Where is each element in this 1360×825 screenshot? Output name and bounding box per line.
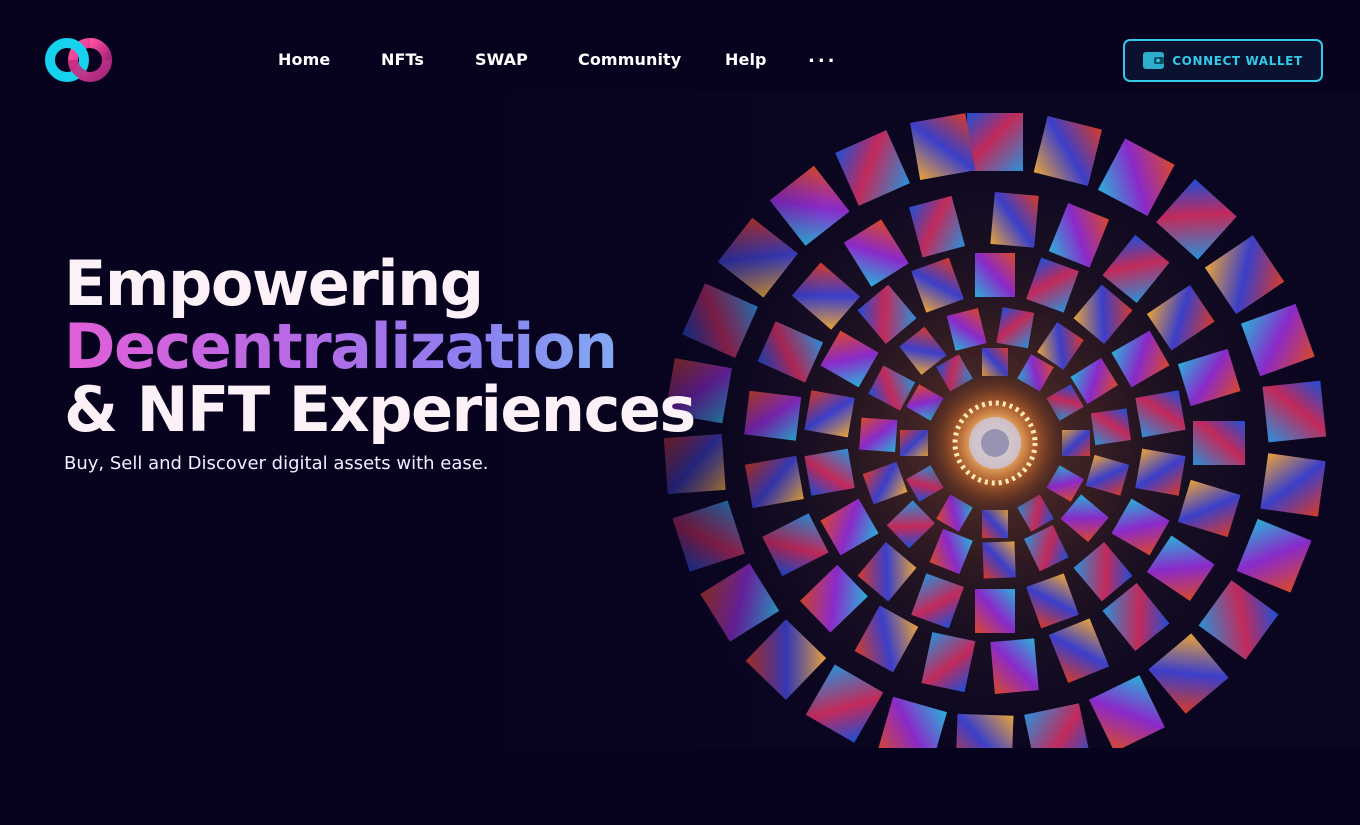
- wallet-icon: [1143, 52, 1165, 69]
- landing-page: Home NFTs SWAP Community Help ... CONNEC…: [0, 0, 1360, 825]
- nav-help[interactable]: Help: [725, 50, 767, 69]
- hero-line-1: Empowering: [64, 247, 484, 320]
- nav-more-menu[interactable]: ...: [808, 46, 838, 67]
- hero-line-2: Decentralization: [64, 315, 695, 378]
- hero-subtitle: Buy, Sell and Discover digital assets wi…: [64, 453, 489, 474]
- connect-wallet-button[interactable]: CONNECT WALLET: [1123, 39, 1323, 82]
- infinity-logo-icon[interactable]: [45, 37, 113, 83]
- nav-home[interactable]: Home: [278, 50, 330, 69]
- top-navbar: Home NFTs SWAP Community Help ... CONNEC…: [0, 0, 1360, 93]
- nav-swap[interactable]: SWAP: [475, 50, 528, 69]
- hero-heading: Empowering Decentralization & NFT Experi…: [64, 247, 696, 446]
- connect-wallet-label: CONNECT WALLET: [1172, 53, 1303, 68]
- nav-nfts[interactable]: NFTs: [381, 50, 424, 69]
- hero-line-3: & NFT Experiences: [64, 373, 696, 446]
- nav-community[interactable]: Community: [578, 50, 681, 69]
